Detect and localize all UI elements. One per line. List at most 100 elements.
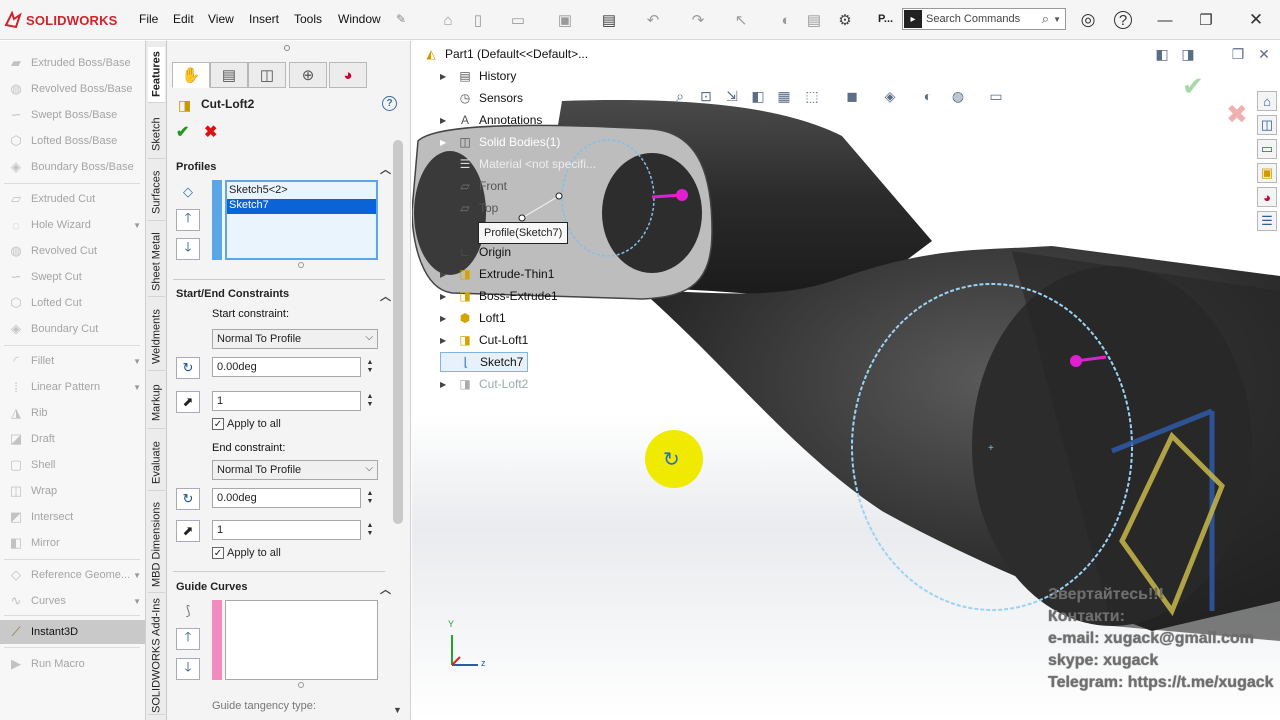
user-account-icon[interactable]: ◎	[1078, 10, 1098, 30]
profiles-header[interactable]: Profiles ︿	[176, 161, 391, 176]
connector-handle[interactable]	[1070, 355, 1082, 367]
expand-arrow-icon[interactable]: ▶	[440, 292, 452, 301]
print-icon[interactable]: ▤	[599, 10, 619, 30]
close-icon[interactable]: ✕	[1246, 10, 1266, 30]
search-commands-field[interactable]: ▸ Search Commands ⌕ ▼	[902, 8, 1066, 30]
profile-item-sketch7[interactable]: Sketch7	[227, 199, 376, 214]
cmd-swept-boss[interactable]: ∽ Swept Boss/Base	[0, 103, 145, 127]
reverse-direction-button[interactable]: ↻	[176, 357, 200, 379]
tree-item-front-plane[interactable]: ▱ Front	[440, 176, 507, 196]
section-view-icon[interactable]: ◧	[748, 87, 768, 105]
dynamic-annotation-icon[interactable]: ▦	[774, 87, 794, 105]
appearances-icon[interactable]: ◕	[1257, 187, 1277, 207]
menu-tools[interactable]: Tools	[294, 12, 322, 26]
menu-edit[interactable]: Edit	[173, 12, 194, 26]
confirm-cancel-icon[interactable]: ✖	[1226, 99, 1248, 130]
resize-grip-icon[interactable]	[298, 262, 304, 268]
expand-arrow-icon[interactable]: ▶	[440, 72, 452, 81]
dimxpert-tab-icon[interactable]: ⊕	[289, 62, 327, 88]
display-style-icon[interactable]: ◼	[842, 87, 862, 105]
cmd-extruded-boss[interactable]: ▰ Extruded Boss/Base	[0, 51, 145, 75]
connector-handle[interactable]	[676, 189, 688, 201]
dropdown-arrow-icon[interactable]: ▼	[133, 357, 141, 366]
rebuild-icon[interactable]: ◐	[776, 10, 796, 30]
cmd-shell[interactable]: ▢ Shell	[0, 453, 145, 477]
previous-view-icon[interactable]: ⇲	[722, 87, 742, 105]
spinner-icon[interactable]: ▲ ▼	[365, 391, 375, 411]
end-constraint-select[interactable]: Normal To Profile ⌵	[212, 460, 378, 480]
tab-mbd-dimensions[interactable]: MBD Dimensions	[148, 497, 165, 593]
move-down-button[interactable]: 🡓	[176, 238, 200, 260]
save-icon[interactable]: ▣	[555, 10, 575, 30]
tree-item-cut-loft1[interactable]: ▶ ◨ Cut-Loft1	[440, 330, 528, 350]
cmd-fillet[interactable]: ◜ Fillet ▼	[0, 349, 145, 373]
zoom-to-area-icon[interactable]: ⊡	[696, 87, 716, 105]
guide-move-down-button[interactable]: 🡓	[176, 658, 200, 680]
tree-item-cut-loft2[interactable]: ▶ ◨ Cut-Loft2	[440, 374, 528, 394]
menu-insert[interactable]: Insert	[249, 12, 279, 26]
guide-curves-list[interactable]	[225, 600, 378, 680]
cmd-rib[interactable]: ◮ Rib	[0, 401, 145, 425]
dropdown-arrow-icon[interactable]: ▼	[133, 571, 141, 580]
guide-move-up-button[interactable]: 🡑	[176, 628, 200, 650]
dropdown-arrow-icon[interactable]: ▼	[133, 597, 141, 606]
view-orientation-icon[interactable]: ⬚	[802, 87, 822, 105]
view-palette-icon[interactable]: ▣	[1257, 163, 1277, 183]
tab-markup[interactable]: Markup	[148, 377, 165, 429]
pin-icon[interactable]: ✎	[396, 12, 406, 26]
cmd-revolved-cut[interactable]: ◍ Revolved Cut	[0, 239, 145, 263]
tab-evaluate[interactable]: Evaluate	[148, 435, 165, 491]
redo-icon[interactable]: ↷	[688, 10, 708, 30]
tree-item-history[interactable]: ▶ ▤ History	[440, 66, 516, 86]
apply-scene-icon[interactable]: ◍	[948, 87, 968, 105]
dropdown-arrow-icon[interactable]: ▼	[133, 383, 141, 392]
cmd-boundary-boss[interactable]: ◈ Boundary Boss/Base	[0, 155, 145, 179]
cmd-reference-geometry[interactable]: ◇ Reference Geome... ▼	[0, 563, 145, 587]
cmd-revolved-boss[interactable]: ◍ Revolved Boss/Base	[0, 77, 145, 101]
cmd-swept-cut[interactable]: ∽ Swept Cut	[0, 265, 145, 289]
help-icon[interactable]: ?	[382, 96, 397, 111]
start-draft-angle-input[interactable]: 0.00deg	[212, 357, 361, 377]
cmd-intersect[interactable]: ◩ Intersect	[0, 505, 145, 529]
spinner-icon[interactable]: ▲ ▼	[365, 357, 375, 377]
home-icon[interactable]: ⌂	[438, 10, 458, 30]
tree-item-extrude-thin1[interactable]: ▶ ◨ Extrude-Thin1	[440, 264, 554, 284]
spinner-icon[interactable]: ▲ ▼	[365, 488, 375, 508]
expand-arrow-icon[interactable]: ▶	[440, 138, 452, 147]
end-draft-angle-input[interactable]: 0.00deg	[212, 488, 361, 508]
search-dropdown-icon[interactable]: ▼	[1053, 15, 1061, 24]
tree-root-part1[interactable]: ◭ Part1 (Default<<Default>...	[422, 44, 588, 64]
restore-viewport-icon[interactable]: ❐	[1228, 45, 1248, 63]
constraints-header[interactable]: Start/End Constraints ︿	[176, 288, 391, 303]
edit-appearance-icon[interactable]: ◐	[918, 87, 938, 105]
menu-window[interactable]: Window	[338, 12, 381, 26]
cmd-mirror[interactable]: ◧ Mirror	[0, 531, 145, 555]
file-properties-icon[interactable]: ▤	[804, 10, 824, 30]
minimize-icon[interactable]: —	[1155, 10, 1175, 30]
cmd-hole-wizard[interactable]: ◌ Hole Wizard ▼	[0, 213, 145, 237]
dropdown-arrow-icon[interactable]: ▼	[133, 221, 141, 230]
start-tangent-length-input[interactable]: 1	[212, 391, 361, 411]
tree-item-boss-extrude1[interactable]: ▶ ◨ Boss-Extrude1	[440, 286, 558, 306]
design-library-icon[interactable]: ◫	[1257, 115, 1277, 135]
tree-item-sensors[interactable]: ◷ Sensors	[440, 88, 523, 108]
tree-item-material[interactable]: ☰ Material <not specifi...	[440, 154, 596, 174]
help-icon[interactable]: ?	[1114, 11, 1132, 29]
resize-grip-icon[interactable]	[298, 682, 304, 688]
expand-arrow-icon[interactable]: ▶	[440, 380, 452, 389]
collapse-chevron-icon[interactable]: ︿	[380, 581, 391, 597]
tree-item-solid-bodies[interactable]: ▶ ◫ Solid Bodies(1)	[440, 132, 560, 152]
tree-item-annotations[interactable]: ▶ A Annotations	[440, 110, 542, 130]
cmd-boundary-cut[interactable]: ◈ Boundary Cut	[0, 317, 145, 341]
tree-item-sketch7[interactable]: ⌊ Sketch7	[440, 352, 529, 372]
tile-left-icon[interactable]: ◧	[1152, 45, 1172, 63]
property-manager-tab-icon[interactable]: ▤	[210, 62, 248, 88]
end-apply-to-all-checkbox[interactable]: ✓ Apply to all	[212, 547, 281, 559]
feature-manager-tab-icon[interactable]: ✋	[172, 62, 210, 88]
guide-curves-header[interactable]: Guide Curves ︿	[176, 581, 391, 596]
custom-properties-icon[interactable]: ☰	[1257, 211, 1277, 231]
view-settings-icon[interactable]: ▭	[986, 87, 1006, 105]
cmd-lofted-boss[interactable]: ⬡ Lofted Boss/Base	[0, 129, 145, 153]
expand-arrow-icon[interactable]: ▶	[440, 336, 452, 345]
select-icon[interactable]: ↖	[731, 10, 751, 30]
